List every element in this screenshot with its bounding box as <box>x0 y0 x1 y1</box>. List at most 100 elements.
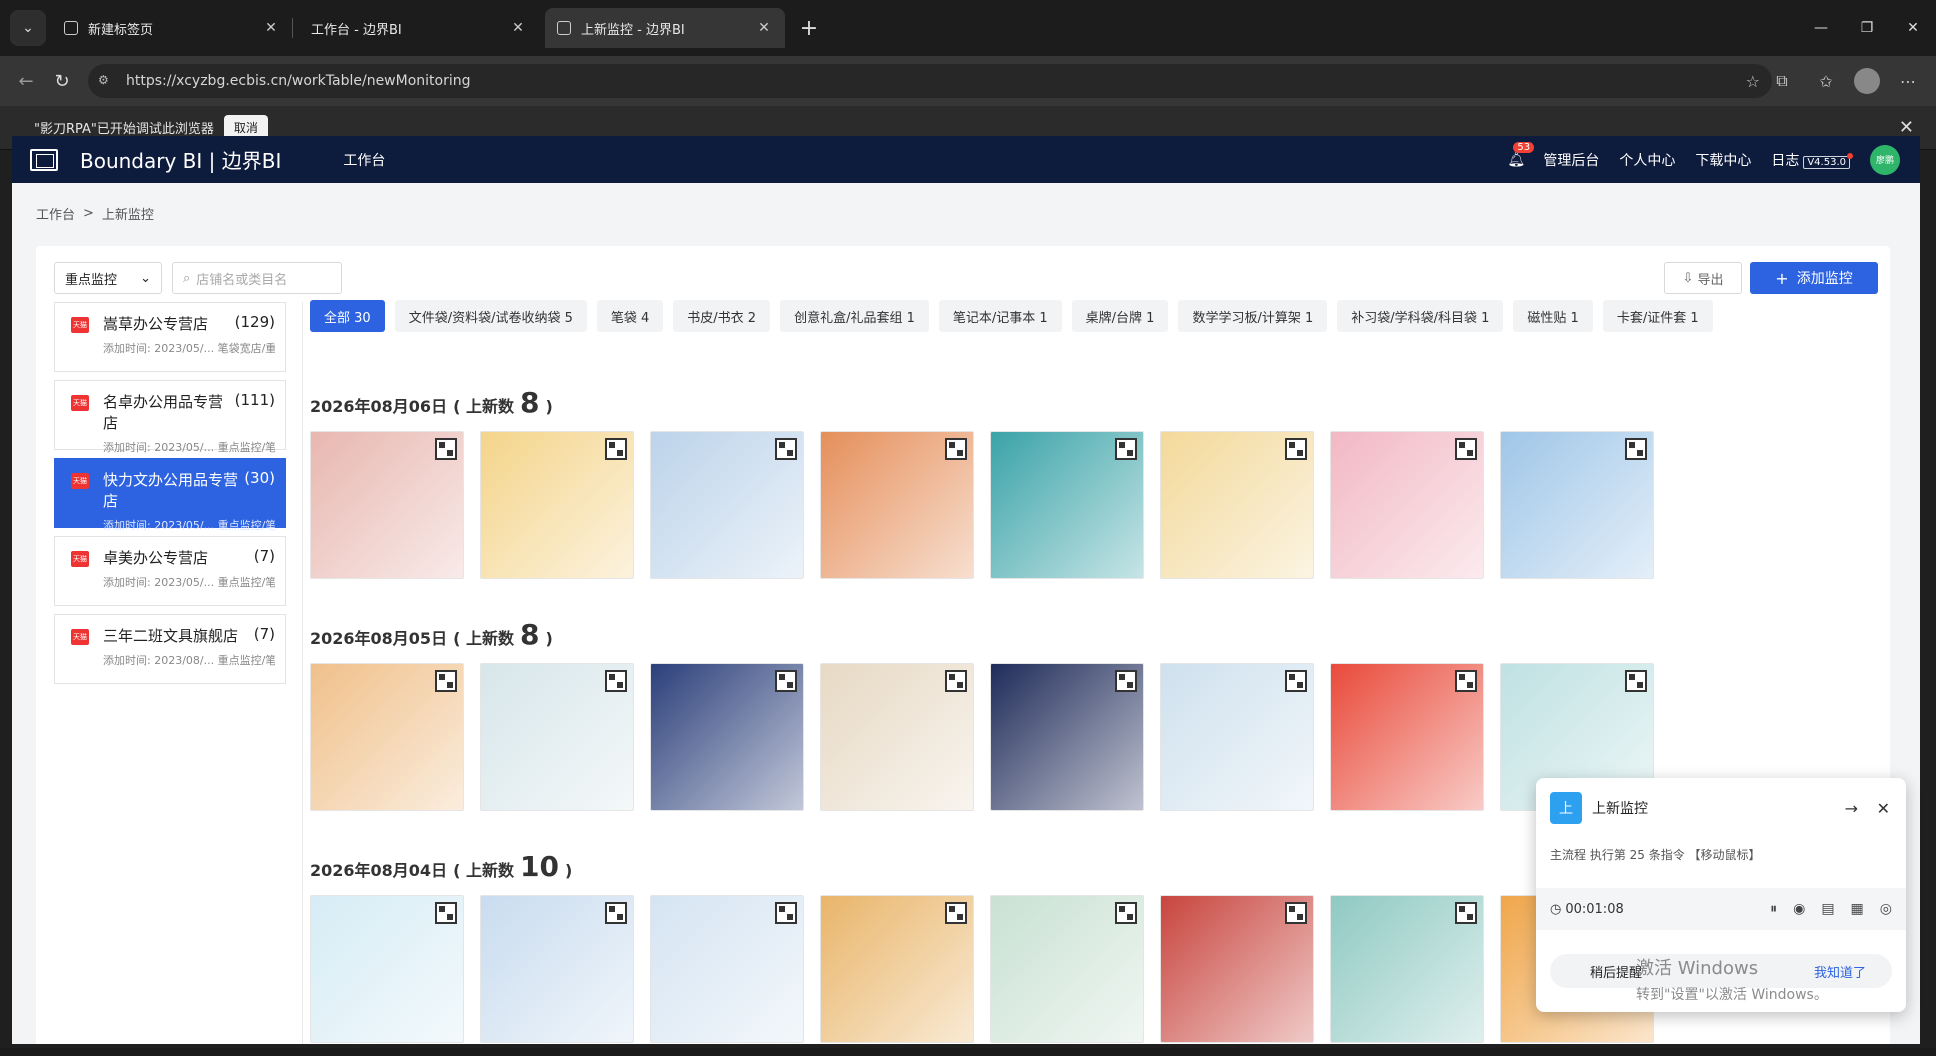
qrcode-icon[interactable] <box>945 438 967 460</box>
qrcode-icon[interactable] <box>945 670 967 692</box>
shop-item[interactable]: 天猫 嵩草办公专营店 (129) 添加时间: 2023/05/... 笔袋宽店/重… <box>54 302 286 372</box>
qrcode-icon[interactable] <box>1115 438 1137 460</box>
product-thumbnail[interactable] <box>990 431 1144 579</box>
category-tag[interactable]: 创意礼盒/礼品套组 1 <box>780 300 929 332</box>
user-avatar[interactable]: 廖鹏 <box>1870 144 1900 175</box>
pause-icon[interactable]: ⏸︎ <box>1770 901 1777 917</box>
qrcode-icon[interactable] <box>605 902 627 924</box>
extensions-icon[interactable]: ⧉ <box>1766 65 1798 97</box>
browser-tab-2[interactable]: 工作台 - 边界BI ✕ <box>299 8 539 48</box>
product-thumbnail[interactable] <box>650 431 804 579</box>
qrcode-icon[interactable] <box>1455 438 1477 460</box>
close-icon[interactable]: ✕ <box>1877 799 1890 818</box>
qrcode-icon[interactable] <box>1285 670 1307 692</box>
category-tag[interactable]: 桌牌/台牌 1 <box>1071 300 1169 332</box>
site-info-icon[interactable]: ⚙ <box>98 73 114 89</box>
product-thumbnail[interactable] <box>1330 895 1484 1043</box>
category-tag[interactable]: 笔记本/记事本 1 <box>938 300 1062 332</box>
qrcode-icon[interactable] <box>1455 670 1477 692</box>
nav-admin[interactable]: 管理后台 <box>1543 150 1599 170</box>
qrcode-icon[interactable] <box>775 902 797 924</box>
shop-item[interactable]: 天猫 卓美办公专营店 (7) 添加时间: 2023/05/... 重点监控/笔袋宽… <box>54 536 286 606</box>
close-icon[interactable]: ✕ <box>755 19 773 37</box>
browser-tab-1[interactable]: 新建标签页 ✕ <box>52 8 292 48</box>
product-thumbnail[interactable] <box>650 895 804 1043</box>
nav-downloads[interactable]: 下载中心 <box>1695 150 1751 170</box>
product-thumbnail[interactable] <box>820 895 974 1043</box>
shop-item[interactable]: 天猫 名卓办公用品专营店 (111) 添加时间: 2023/05/... 重点监控… <box>54 380 286 454</box>
favorites-icon[interactable]: ✩ <box>1810 65 1842 97</box>
qrcode-icon[interactable] <box>605 670 627 692</box>
category-tag[interactable]: 书皮/书衣 2 <box>673 300 771 332</box>
bell-icon[interactable]: 🔔︎ 53 <box>1507 141 1535 168</box>
more-icon[interactable]: ⋯ <box>1892 65 1924 97</box>
back-icon[interactable]: ← <box>10 65 42 97</box>
product-thumbnail[interactable] <box>310 663 464 811</box>
product-thumbnail[interactable] <box>310 431 464 579</box>
restore-icon[interactable]: ❐ <box>1844 8 1890 48</box>
product-thumbnail[interactable] <box>1160 431 1314 579</box>
product-thumbnail[interactable] <box>310 895 464 1043</box>
tab-list-button[interactable]: ⌄ <box>10 10 46 46</box>
star-icon[interactable]: ☆ <box>1746 72 1760 91</box>
minimize-icon[interactable]: — <box>1798 8 1844 48</box>
table-icon[interactable]: ▦ <box>1851 901 1864 917</box>
nav-workbench[interactable]: 工作台 <box>343 150 385 170</box>
close-icon[interactable]: ✕ <box>262 19 280 37</box>
breadcrumb-root[interactable]: 工作台 <box>36 204 75 223</box>
qrcode-icon[interactable] <box>1285 438 1307 460</box>
qrcode-icon[interactable] <box>945 902 967 924</box>
stop-icon[interactable]: ◉ <box>1793 901 1805 917</box>
qrcode-icon[interactable] <box>435 670 457 692</box>
product-thumbnail[interactable] <box>1160 663 1314 811</box>
product-thumbnail[interactable] <box>480 431 634 579</box>
nav-log[interactable]: 日志 V4.53.0 <box>1771 150 1850 170</box>
category-tag[interactable]: 全部 30 <box>310 300 385 332</box>
shop-item-selected[interactable]: 天猫 快力文办公用品专营店 (30) 添加时间: 2023/05/... 重点监控… <box>54 458 286 532</box>
qrcode-icon[interactable] <box>1115 670 1137 692</box>
category-tag[interactable]: 补习袋/学科袋/科目袋 1 <box>1337 300 1504 332</box>
monitor-select[interactable]: 重点监控 ⌄ <box>54 262 162 294</box>
product-thumbnail[interactable] <box>1330 431 1484 579</box>
product-thumbnail[interactable] <box>1330 663 1484 811</box>
product-thumbnail[interactable] <box>990 895 1144 1043</box>
browser-tab-3[interactable]: 上新监控 - 边界BI ✕ <box>545 8 785 48</box>
close-icon[interactable]: ✕ <box>509 19 527 37</box>
product-thumbnail[interactable] <box>650 663 804 811</box>
qrcode-icon[interactable] <box>775 670 797 692</box>
search-input[interactable]: ⌕ 店铺名或类目名 <box>172 262 342 294</box>
qrcode-icon[interactable] <box>775 438 797 460</box>
qrcode-icon[interactable] <box>1285 902 1307 924</box>
category-tag[interactable]: 卡套/证件套 1 <box>1602 300 1713 332</box>
qrcode-icon[interactable] <box>435 438 457 460</box>
address-bar[interactable]: ⚙ https://xcyzbg.ecbis.cn/workTable/newM… <box>88 64 1772 98</box>
category-tag[interactable]: 文件袋/资料袋/试卷收纳袋 5 <box>394 300 587 332</box>
reload-icon[interactable]: ↻ <box>46 65 78 97</box>
remind-later-button[interactable]: 稍后提醒 <box>1590 962 1642 981</box>
arrow-right-icon[interactable]: → <box>1845 799 1858 818</box>
add-monitor-button[interactable]: + 添加监控 <box>1750 262 1878 294</box>
category-tag[interactable]: 数学学习板/计算架 1 <box>1178 300 1328 332</box>
qrcode-icon[interactable] <box>435 902 457 924</box>
new-tab-button[interactable]: + <box>793 12 825 44</box>
shop-item[interactable]: 天猫 三年二班文具旗舰店 (7) 添加时间: 2023/08/... 重点监控/笔… <box>54 614 286 684</box>
got-it-button[interactable]: 我知道了 <box>1814 962 1866 981</box>
category-tag[interactable]: 磁性贴 1 <box>1513 300 1593 332</box>
product-thumbnail[interactable] <box>820 663 974 811</box>
qrcode-icon[interactable] <box>1455 902 1477 924</box>
record-icon[interactable]: ◎ <box>1880 901 1892 917</box>
qrcode-icon[interactable] <box>605 438 627 460</box>
product-thumbnail[interactable] <box>1160 895 1314 1043</box>
qrcode-icon[interactable] <box>1625 438 1647 460</box>
product-thumbnail[interactable] <box>820 431 974 579</box>
nav-profile[interactable]: 个人中心 <box>1619 150 1675 170</box>
profile-avatar[interactable] <box>1854 68 1880 94</box>
close-icon[interactable]: ✕ <box>1899 117 1914 138</box>
product-thumbnail[interactable] <box>480 663 634 811</box>
qrcode-icon[interactable] <box>1625 670 1647 692</box>
log-icon[interactable]: ▤ <box>1821 901 1834 917</box>
product-thumbnail[interactable] <box>990 663 1144 811</box>
qrcode-icon[interactable] <box>1115 902 1137 924</box>
close-window-icon[interactable]: ✕ <box>1890 8 1936 48</box>
export-button[interactable]: ⇩ 导出 <box>1664 262 1742 294</box>
